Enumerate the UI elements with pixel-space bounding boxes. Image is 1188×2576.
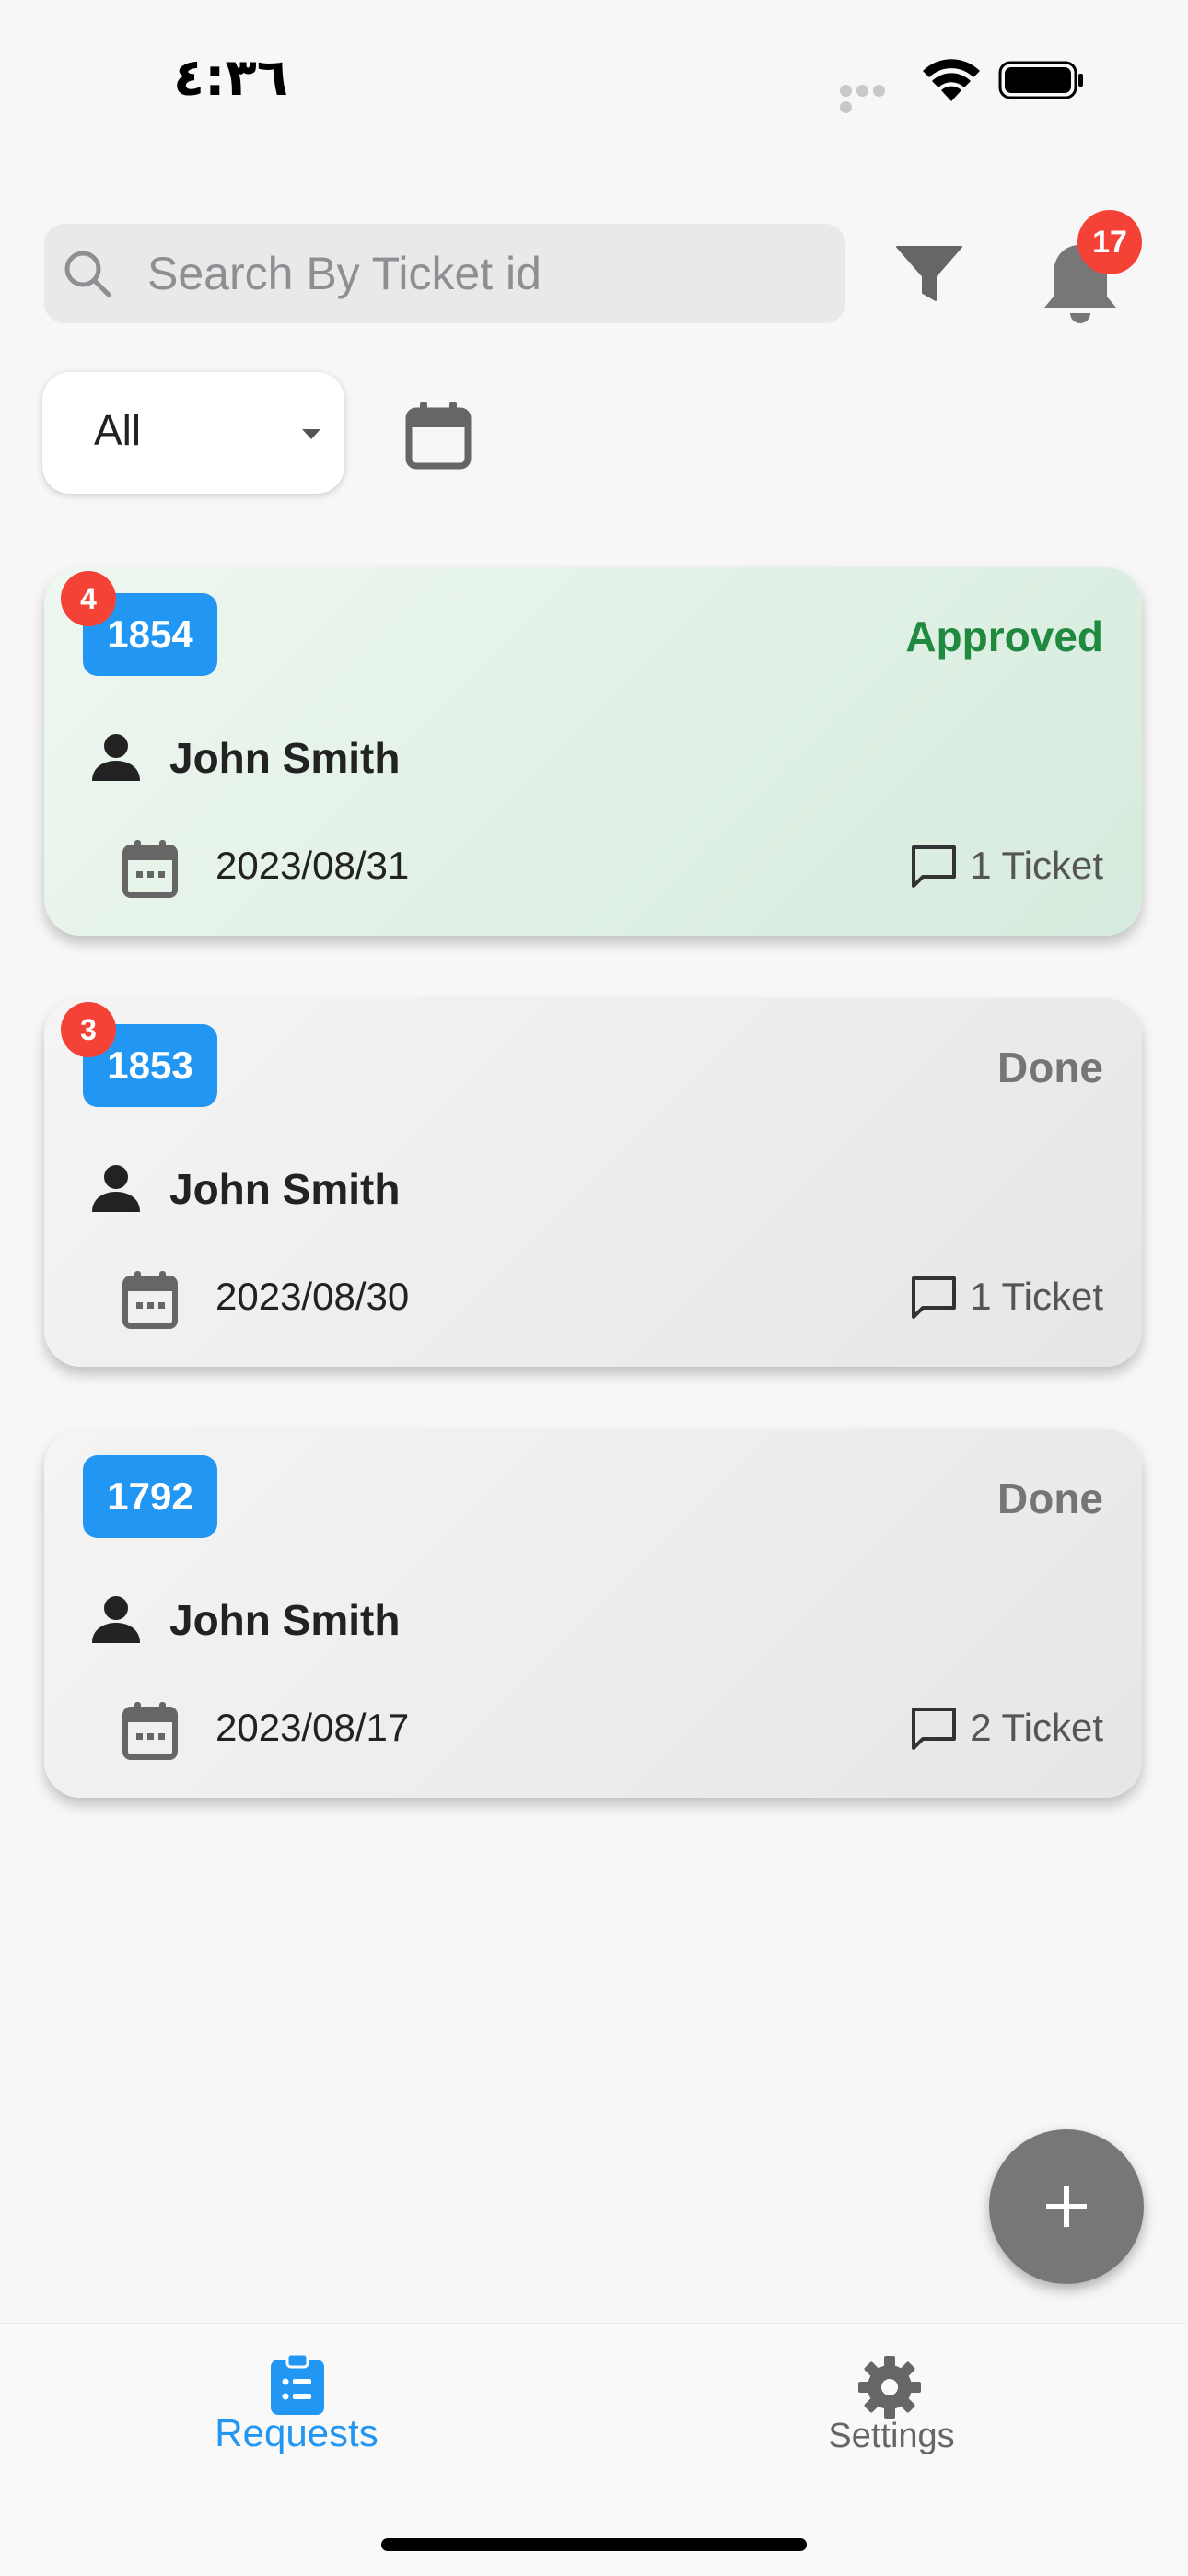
battery-icon [998,61,1083,99]
notification-count-badge: 17 [1077,210,1142,274]
status-filter-value: All [94,406,142,454]
home-indicator[interactable] [381,2538,807,2551]
person-icon [92,1165,140,1212]
request-id-chip: 1792 [83,1455,217,1538]
dropdown-arrow-icon [302,429,320,439]
nav-requests-label[interactable]: Requests [184,2411,409,2455]
search-input[interactable] [147,224,829,323]
person-icon [92,1596,140,1643]
request-date: 2023/08/30 [215,1275,410,1318]
calendar-icon [122,840,178,898]
calendar-icon[interactable] [405,400,472,470]
request-status: Done [997,1474,1103,1522]
wifi-icon [923,59,980,101]
request-date: 2023/08/17 [215,1706,410,1749]
unread-count-badge: 3 [61,1002,116,1057]
request-status: Approved [905,612,1103,660]
nav-settings-label[interactable]: Settings [779,2417,1004,2456]
ticket-count: 2 Ticket [970,1706,1103,1749]
ticket-count: 1 Ticket [970,1275,1103,1318]
plus-icon [1046,2186,1087,2227]
requester-name: John Smith [169,734,401,782]
requester-name: John Smith [169,1165,401,1213]
search-icon [64,251,111,297]
add-request-button[interactable] [989,2129,1144,2284]
unread-count-badge: 4 [61,571,116,626]
person-icon [92,734,140,781]
filter-icon[interactable] [895,243,963,304]
ticket-count: 1 Ticket [970,844,1103,887]
cellular-signal-icon [840,85,904,113]
gear-icon[interactable] [856,2354,923,2420]
requester-name: John Smith [169,1596,401,1644]
status-filter-dropdown[interactable] [42,372,344,494]
request-date: 2023/08/31 [215,844,410,887]
calendar-icon [122,1702,178,1760]
clipboard-list-icon[interactable] [269,2352,326,2417]
status-time: ٤:٣٦ [173,48,288,108]
request-status: Done [997,1043,1103,1091]
calendar-icon [122,1271,178,1329]
